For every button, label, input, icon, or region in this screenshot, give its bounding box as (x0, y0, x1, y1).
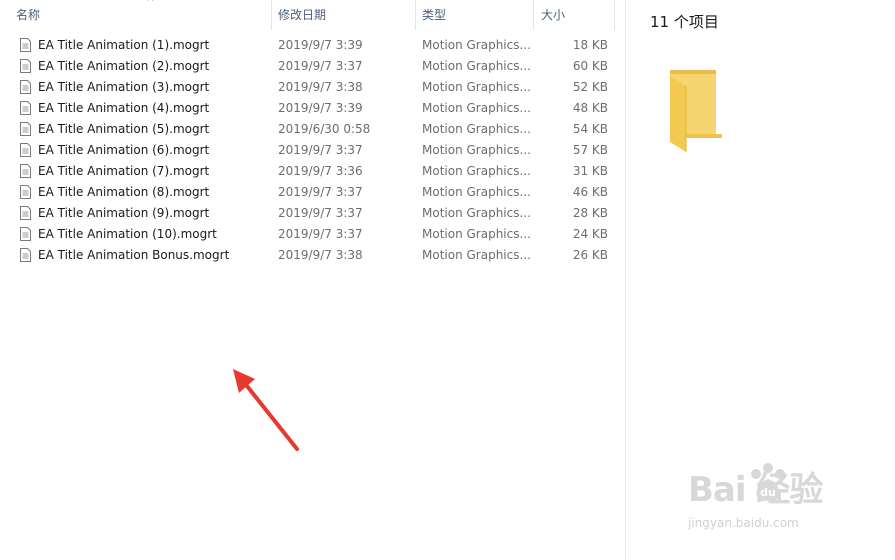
file-size: 52 KB (572, 80, 608, 94)
file-type: Motion Graphics... (422, 122, 531, 136)
file-name: EA Title Animation (5).mogrt (38, 122, 210, 136)
file-size: 31 KB (572, 164, 608, 178)
file-icon (20, 164, 31, 178)
file-size: 48 KB (572, 101, 608, 115)
table-row[interactable]: EA Title Animation (8).mogrt 2019/9/7 3:… (0, 182, 625, 203)
table-row[interactable]: EA Title Animation (3).mogrt 2019/9/7 3:… (0, 77, 625, 98)
watermark-url: jingyan.baidu.com (688, 516, 799, 530)
file-list-pane: 名称 ^ 修改日期 类型 大小 EA Title Animation (1).m… (0, 0, 625, 560)
paw-icon: du (751, 463, 785, 501)
file-name: EA Title Animation (6).mogrt (38, 143, 210, 157)
file-date: 2019/6/30 0:58 (278, 122, 371, 136)
file-type: Motion Graphics... (422, 227, 531, 241)
table-row[interactable]: EA Title Animation (1).mogrt 2019/9/7 3:… (0, 35, 625, 56)
table-row[interactable]: EA Title Animation (6).mogrt 2019/9/7 3:… (0, 140, 625, 161)
file-icon (20, 80, 31, 94)
baidu-jingyan-watermark: Bai 经验 du jingyan.baidu.com (688, 462, 858, 542)
file-size: 46 KB (572, 185, 608, 199)
file-date: 2019/9/7 3:37 (278, 185, 363, 199)
file-size: 57 KB (572, 143, 608, 157)
file-name: EA Title Animation (4).mogrt (38, 101, 210, 115)
file-icon (20, 227, 31, 241)
file-name: EA Title Animation (9).mogrt (38, 206, 210, 220)
svg-text:du: du (760, 486, 776, 499)
file-date: 2019/9/7 3:39 (278, 101, 363, 115)
column-header-name-label: 名称 (16, 8, 41, 22)
column-header-name[interactable]: 名称 ^ (10, 0, 272, 30)
table-row[interactable]: EA Title Animation (4).mogrt 2019/9/7 3:… (0, 98, 625, 119)
file-type: Motion Graphics... (422, 206, 531, 220)
file-date: 2019/9/7 3:36 (278, 164, 363, 178)
file-type: Motion Graphics... (422, 101, 531, 115)
file-icon (20, 143, 31, 157)
sort-up-icon: ^ (146, 0, 155, 8)
file-date: 2019/9/7 3:37 (278, 227, 363, 241)
file-size: 60 KB (572, 59, 608, 73)
file-name: EA Title Animation (8).mogrt (38, 185, 210, 199)
file-date: 2019/9/7 3:37 (278, 143, 363, 157)
file-icon (20, 185, 31, 199)
file-name: EA Title Animation (2).mogrt (38, 59, 210, 73)
file-icon (20, 38, 31, 52)
file-icon (20, 206, 31, 220)
file-type: Motion Graphics... (422, 59, 531, 73)
file-size: 24 KB (572, 227, 608, 241)
column-header-size-label: 大小 (541, 8, 566, 22)
column-header-type[interactable]: 类型 (416, 0, 534, 30)
file-list: EA Title Animation (1).mogrt 2019/9/7 3:… (0, 35, 625, 266)
table-row[interactable]: EA Title Animation (5).mogrt 2019/6/30 0… (0, 119, 625, 140)
file-icon (20, 122, 31, 136)
file-size: 18 KB (572, 38, 608, 52)
file-size: 26 KB (572, 248, 608, 262)
column-header-date-label: 修改日期 (278, 8, 327, 22)
column-header-date[interactable]: 修改日期 (272, 0, 416, 30)
table-row[interactable]: EA Title Animation Bonus.mogrt 2019/9/7 … (0, 245, 625, 266)
table-row[interactable]: EA Title Animation (7).mogrt 2019/9/7 3:… (0, 161, 625, 182)
file-date: 2019/9/7 3:38 (278, 248, 363, 262)
file-type: Motion Graphics... (422, 80, 531, 94)
file-type: Motion Graphics... (422, 164, 531, 178)
file-icon (20, 101, 31, 115)
file-date: 2019/9/7 3:38 (278, 80, 363, 94)
file-date: 2019/9/7 3:37 (278, 59, 363, 73)
file-type: Motion Graphics... (422, 38, 531, 52)
file-size: 54 KB (572, 122, 608, 136)
file-icon (20, 248, 31, 262)
file-type: Motion Graphics... (422, 143, 531, 157)
file-name: EA Title Animation (3).mogrt (38, 80, 210, 94)
file-type: Motion Graphics... (422, 248, 531, 262)
red-arrow-annotation (233, 369, 299, 451)
column-header-bar: 名称 ^ 修改日期 类型 大小 (0, 0, 625, 30)
table-row[interactable]: EA Title Animation (2).mogrt 2019/9/7 3:… (0, 56, 625, 77)
file-name: EA Title Animation (7).mogrt (38, 164, 210, 178)
file-type: Motion Graphics... (422, 185, 531, 199)
table-row[interactable]: EA Title Animation (9).mogrt 2019/9/7 3:… (0, 203, 625, 224)
table-row[interactable]: EA Title Animation (10).mogrt 2019/9/7 3… (0, 224, 625, 245)
file-name: EA Title Animation (1).mogrt (38, 38, 210, 52)
column-header-size[interactable]: 大小 (535, 0, 615, 30)
file-icon (20, 59, 31, 73)
file-date: 2019/9/7 3:37 (278, 206, 363, 220)
file-name: EA Title Animation (10).mogrt (38, 227, 217, 241)
file-date: 2019/9/7 3:39 (278, 38, 363, 52)
column-header-type-label: 类型 (422, 8, 447, 22)
folder-icon (670, 70, 722, 152)
item-count-label: 11 个项目 (650, 13, 719, 31)
file-name: EA Title Animation Bonus.mogrt (38, 248, 230, 262)
file-size: 28 KB (572, 206, 608, 220)
